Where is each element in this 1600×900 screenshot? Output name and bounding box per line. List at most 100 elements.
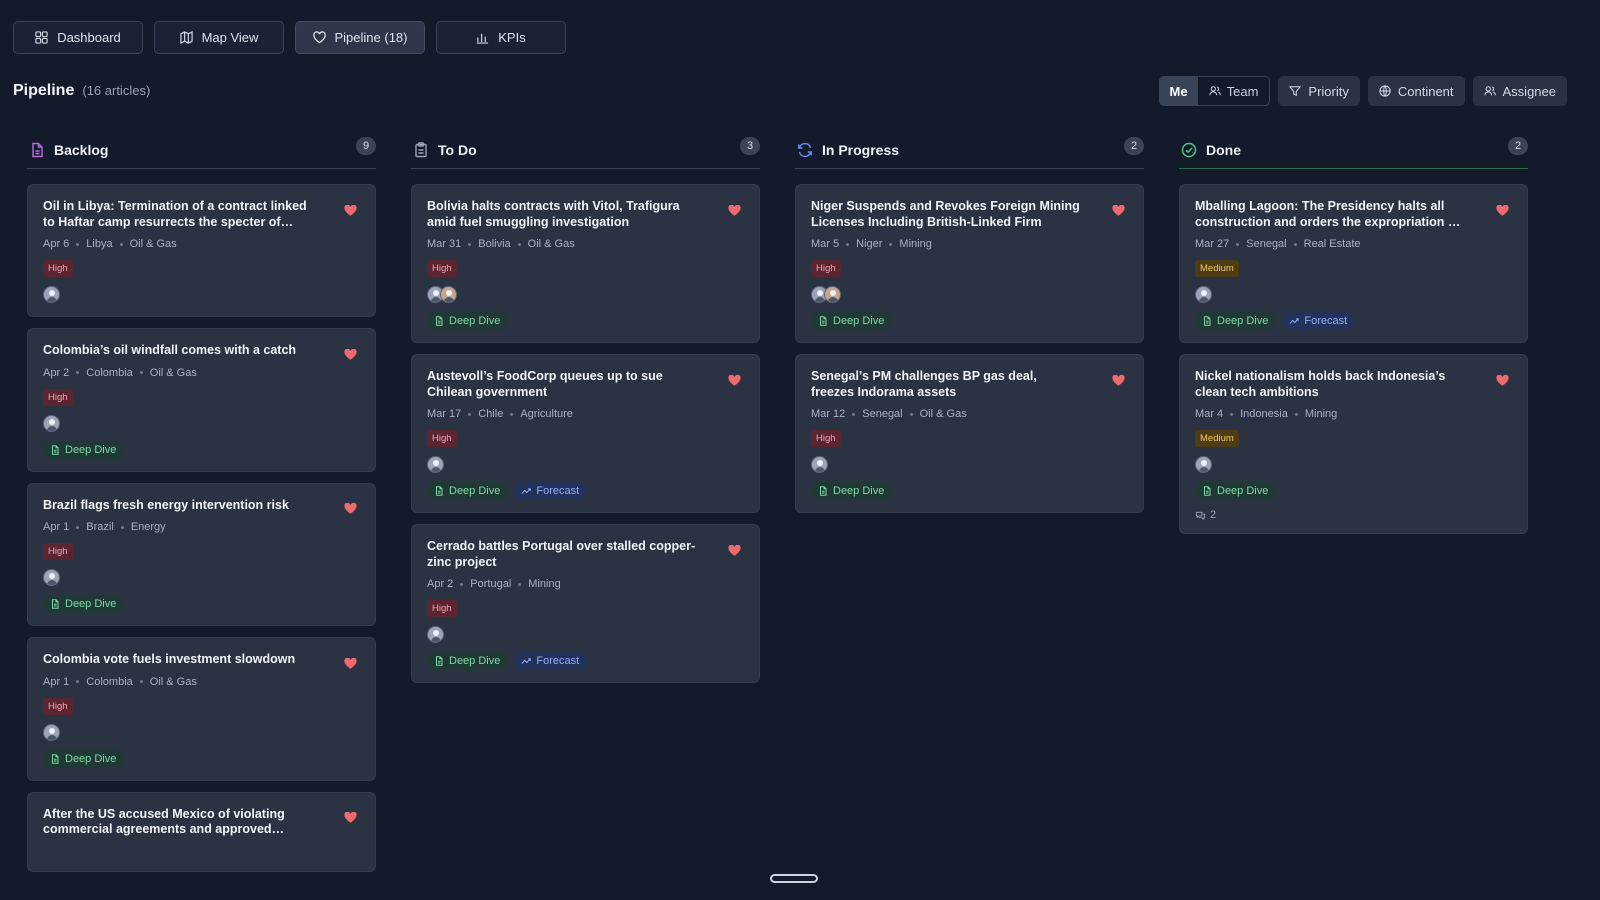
article-card[interactable]: Colombia’s oil windfall comes with a cat… <box>27 328 376 472</box>
column-title: Backlog <box>54 142 109 158</box>
favorite-heart-icon[interactable] <box>344 811 357 824</box>
assignee-avatars <box>1195 286 1513 304</box>
column-count-badge: 9 <box>356 137 376 155</box>
article-card[interactable]: Senegal’s PM challenges BP gas deal, fre… <box>795 354 1144 513</box>
favorite-heart-icon[interactable] <box>728 543 741 556</box>
deep-dive-tag[interactable]: Deep Dive <box>811 482 893 500</box>
forecast-tag[interactable]: Forecast <box>514 482 588 500</box>
deep-dive-tag[interactable]: Deep Dive <box>1195 482 1277 500</box>
column-title: In Progress <box>822 142 900 158</box>
assignee-avatars <box>43 723 361 742</box>
tab-map-view[interactable]: Map View <box>154 21 284 54</box>
card-date: Mar 12 <box>811 408 846 420</box>
comment-count[interactable]: 2 <box>1195 509 1513 521</box>
globe-icon <box>1379 85 1391 97</box>
forecast-tag[interactable]: Forecast <box>1282 312 1356 330</box>
deep-dive-tag[interactable]: Deep Dive <box>1195 312 1277 330</box>
avatar[interactable] <box>427 626 444 643</box>
article-card[interactable]: Austevoll’s FoodCorp queues up to sue Ch… <box>411 354 760 513</box>
deep-dive-tag[interactable]: Deep Dive <box>427 482 509 500</box>
article-card[interactable]: Bolivia halts contracts with Vitol, Traf… <box>411 184 760 343</box>
forecast-tag[interactable]: Forecast <box>514 652 588 670</box>
favorite-heart-icon[interactable] <box>728 373 741 386</box>
file-icon <box>29 142 45 158</box>
priority-badge: High <box>427 600 457 617</box>
avatar[interactable] <box>440 286 457 303</box>
card-country: Senegal <box>1246 238 1287 250</box>
deep-dive-tag[interactable]: Deep Dive <box>43 595 125 613</box>
avatar[interactable] <box>43 569 60 586</box>
article-card[interactable]: Oil in Libya: Termination of a contract … <box>27 184 376 317</box>
separator-dot <box>460 582 464 586</box>
article-card[interactable]: Colombia vote fuels investment slowdown A… <box>27 637 376 781</box>
card-date: Mar 17 <box>427 408 462 420</box>
column-in-progress: In Progress 2 Niger Suspends and Revokes F… <box>795 132 1144 524</box>
card-title[interactable]: Austevoll’s FoodCorp queues up to sue Ch… <box>427 369 697 400</box>
page-title: Pipeline <box>13 82 75 99</box>
horizontal-scrollbar[interactable] <box>770 874 818 883</box>
card-title[interactable]: Colombia vote fuels investment slowdown <box>43 652 313 668</box>
card-title[interactable]: Mballing Lagoon: The Presidency halts al… <box>1195 199 1465 230</box>
card-title[interactable]: Nickel nationalism holds back Indonesia’… <box>1195 369 1465 400</box>
priority-badge: Medium <box>1195 260 1239 277</box>
priority-filter-button[interactable]: Priority <box>1278 76 1360 106</box>
card-title[interactable]: Oil in Libya: Termination of a contract … <box>43 199 313 230</box>
deep-dive-tag[interactable]: Deep Dive <box>43 440 125 459</box>
card-title[interactable]: Bolivia halts contracts with Vitol, Traf… <box>427 199 697 230</box>
card-title[interactable]: Niger Suspends and Revokes Foreign Minin… <box>811 199 1081 230</box>
avatar[interactable] <box>43 414 60 432</box>
article-card[interactable]: Brazil flags fresh energy intervention r… <box>27 482 376 626</box>
users-icon <box>1483 86 1496 96</box>
avatar[interactable] <box>1195 286 1212 303</box>
scope-team-label: Team <box>1226 83 1259 99</box>
assignee-filter-button[interactable]: Assignee <box>1472 76 1567 106</box>
deep-dive-tag[interactable]: Deep Dive <box>811 312 893 330</box>
article-card[interactable]: Niger Suspends and Revokes Foreign Minin… <box>795 184 1144 343</box>
scope-team-button[interactable]: Team <box>1198 77 1270 105</box>
scope-me-button[interactable]: Me <box>1159 77 1198 105</box>
deep-dive-tag[interactable]: Deep Dive <box>43 749 125 768</box>
column-header: Backlog 9 <box>27 132 376 169</box>
favorite-heart-icon[interactable] <box>1496 203 1509 216</box>
card-meta: Mar 27 Senegal Real Estate <box>1195 238 1513 250</box>
favorite-heart-icon[interactable] <box>1112 373 1125 386</box>
card-title[interactable]: Cerrado battles Portugal over stalled co… <box>427 539 697 570</box>
deep-dive-tag[interactable]: Deep Dive <box>427 652 509 670</box>
deep-dive-tag[interactable]: Deep Dive <box>427 312 509 330</box>
assignee-avatars <box>811 286 1129 304</box>
card-title[interactable]: Brazil flags fresh energy intervention r… <box>43 498 313 514</box>
article-count: (16 articles) <box>82 83 151 98</box>
avatar[interactable] <box>43 723 60 741</box>
avatar[interactable] <box>1195 456 1212 473</box>
separator-dot <box>468 412 472 416</box>
article-card[interactable]: Mballing Lagoon: The Presidency halts al… <box>1179 184 1528 343</box>
trend-up-icon <box>1289 316 1300 326</box>
favorite-heart-icon[interactable] <box>344 203 357 216</box>
card-title[interactable]: After the US accused Mexico of violating… <box>43 807 313 838</box>
avatar[interactable] <box>824 286 841 303</box>
continent-filter-button[interactable]: Continent <box>1367 76 1465 106</box>
article-card[interactable]: Nickel nationalism holds back Indonesia’… <box>1179 354 1528 534</box>
favorite-heart-icon[interactable] <box>1112 203 1125 216</box>
favorite-heart-icon[interactable] <box>344 502 357 515</box>
tab-kpis[interactable]: KPIs <box>436 21 566 54</box>
article-card[interactable]: Cerrado battles Portugal over stalled co… <box>411 524 760 683</box>
assignee-avatars <box>427 456 745 474</box>
document-icon <box>1202 316 1212 326</box>
avatar[interactable] <box>427 456 444 473</box>
avatar[interactable] <box>811 456 828 473</box>
tab-pipeline[interactable]: Pipeline (18) <box>295 21 425 54</box>
card-sector: Oil & Gas <box>129 238 177 250</box>
favorite-heart-icon[interactable] <box>728 203 741 216</box>
article-card[interactable]: After the US accused Mexico of violating… <box>27 791 376 872</box>
card-country: Bolivia <box>478 238 511 250</box>
favorite-heart-icon[interactable] <box>344 656 357 669</box>
card-meta: Mar 4 Indonesia Mining <box>1195 408 1513 420</box>
card-title[interactable]: Senegal’s PM challenges BP gas deal, fre… <box>811 369 1081 400</box>
avatar[interactable] <box>43 286 60 303</box>
card-title[interactable]: Colombia’s oil windfall comes with a cat… <box>43 343 313 359</box>
favorite-heart-icon[interactable] <box>344 347 357 360</box>
tab-dashboard[interactable]: Dashboard <box>13 21 143 54</box>
tag-label: Forecast <box>1304 315 1348 327</box>
favorite-heart-icon[interactable] <box>1496 373 1509 386</box>
